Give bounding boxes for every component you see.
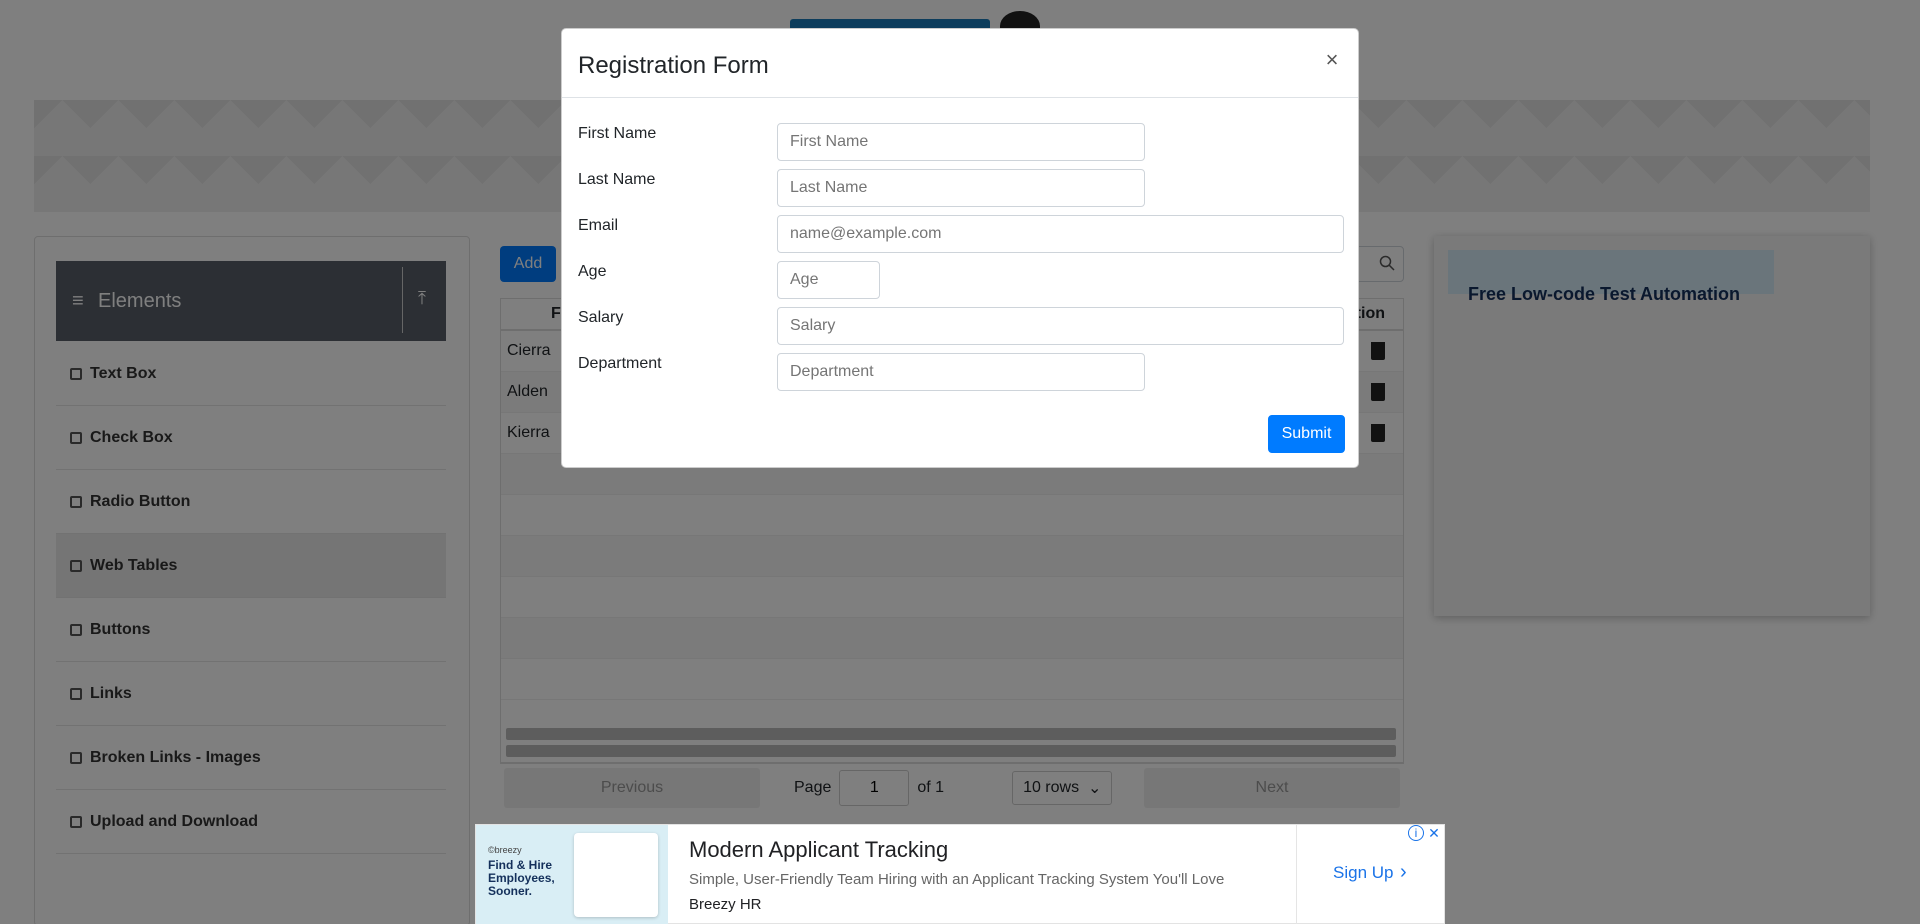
first-name-input[interactable] [777,123,1145,161]
department-input[interactable] [777,353,1145,391]
email-input[interactable] [777,215,1344,253]
ad-thumb-card [574,833,658,917]
first-name-label: First Name [578,125,657,142]
submit-button[interactable]: Submit [1268,415,1345,453]
sign-up-link[interactable]: Sign Up [1333,863,1393,883]
modal-title: Registration Form [578,52,769,79]
first-name-row: First Name [578,123,1344,163]
age-label: Age [578,263,607,280]
salary-row: Salary [578,307,1344,347]
age-row: Age [578,261,1344,301]
email-label: Email [578,217,619,234]
close-icon[interactable]: × [1322,47,1342,72]
ad-close-icon[interactable]: ✕ [1426,825,1442,841]
email-row: Email [578,215,1344,255]
chevron-right-icon: › [1400,861,1407,883]
registration-modal: Registration Form × First Name Last Name… [561,28,1359,468]
last-name-row: Last Name [578,169,1344,209]
modal-header: Registration Form × [562,29,1358,98]
age-input[interactable] [777,261,880,299]
department-row: Department [578,353,1344,393]
ad-info-icon[interactable]: i [1408,825,1424,841]
department-label: Department [578,355,662,372]
ad-brand: Breezy HR [689,896,762,913]
ad-divider [1296,825,1297,924]
ad-description: Simple, User-Friendly Team Hiring with a… [689,871,1225,888]
bottom-advertisement[interactable]: ©breezy Find & Hire Employees, Sooner. M… [475,824,1445,924]
ad-thumb-brand: ©breezy [488,845,522,855]
ad-title[interactable]: Modern Applicant Tracking [689,837,948,863]
salary-label: Salary [578,309,624,326]
last-name-input[interactable] [777,169,1145,207]
ad-thumbnail: ©breezy Find & Hire Employees, Sooner. [476,825,668,924]
salary-input[interactable] [777,307,1344,345]
last-name-label: Last Name [578,171,656,188]
ad-thumb-text: Find & Hire Employees, Sooner. [488,858,555,898]
